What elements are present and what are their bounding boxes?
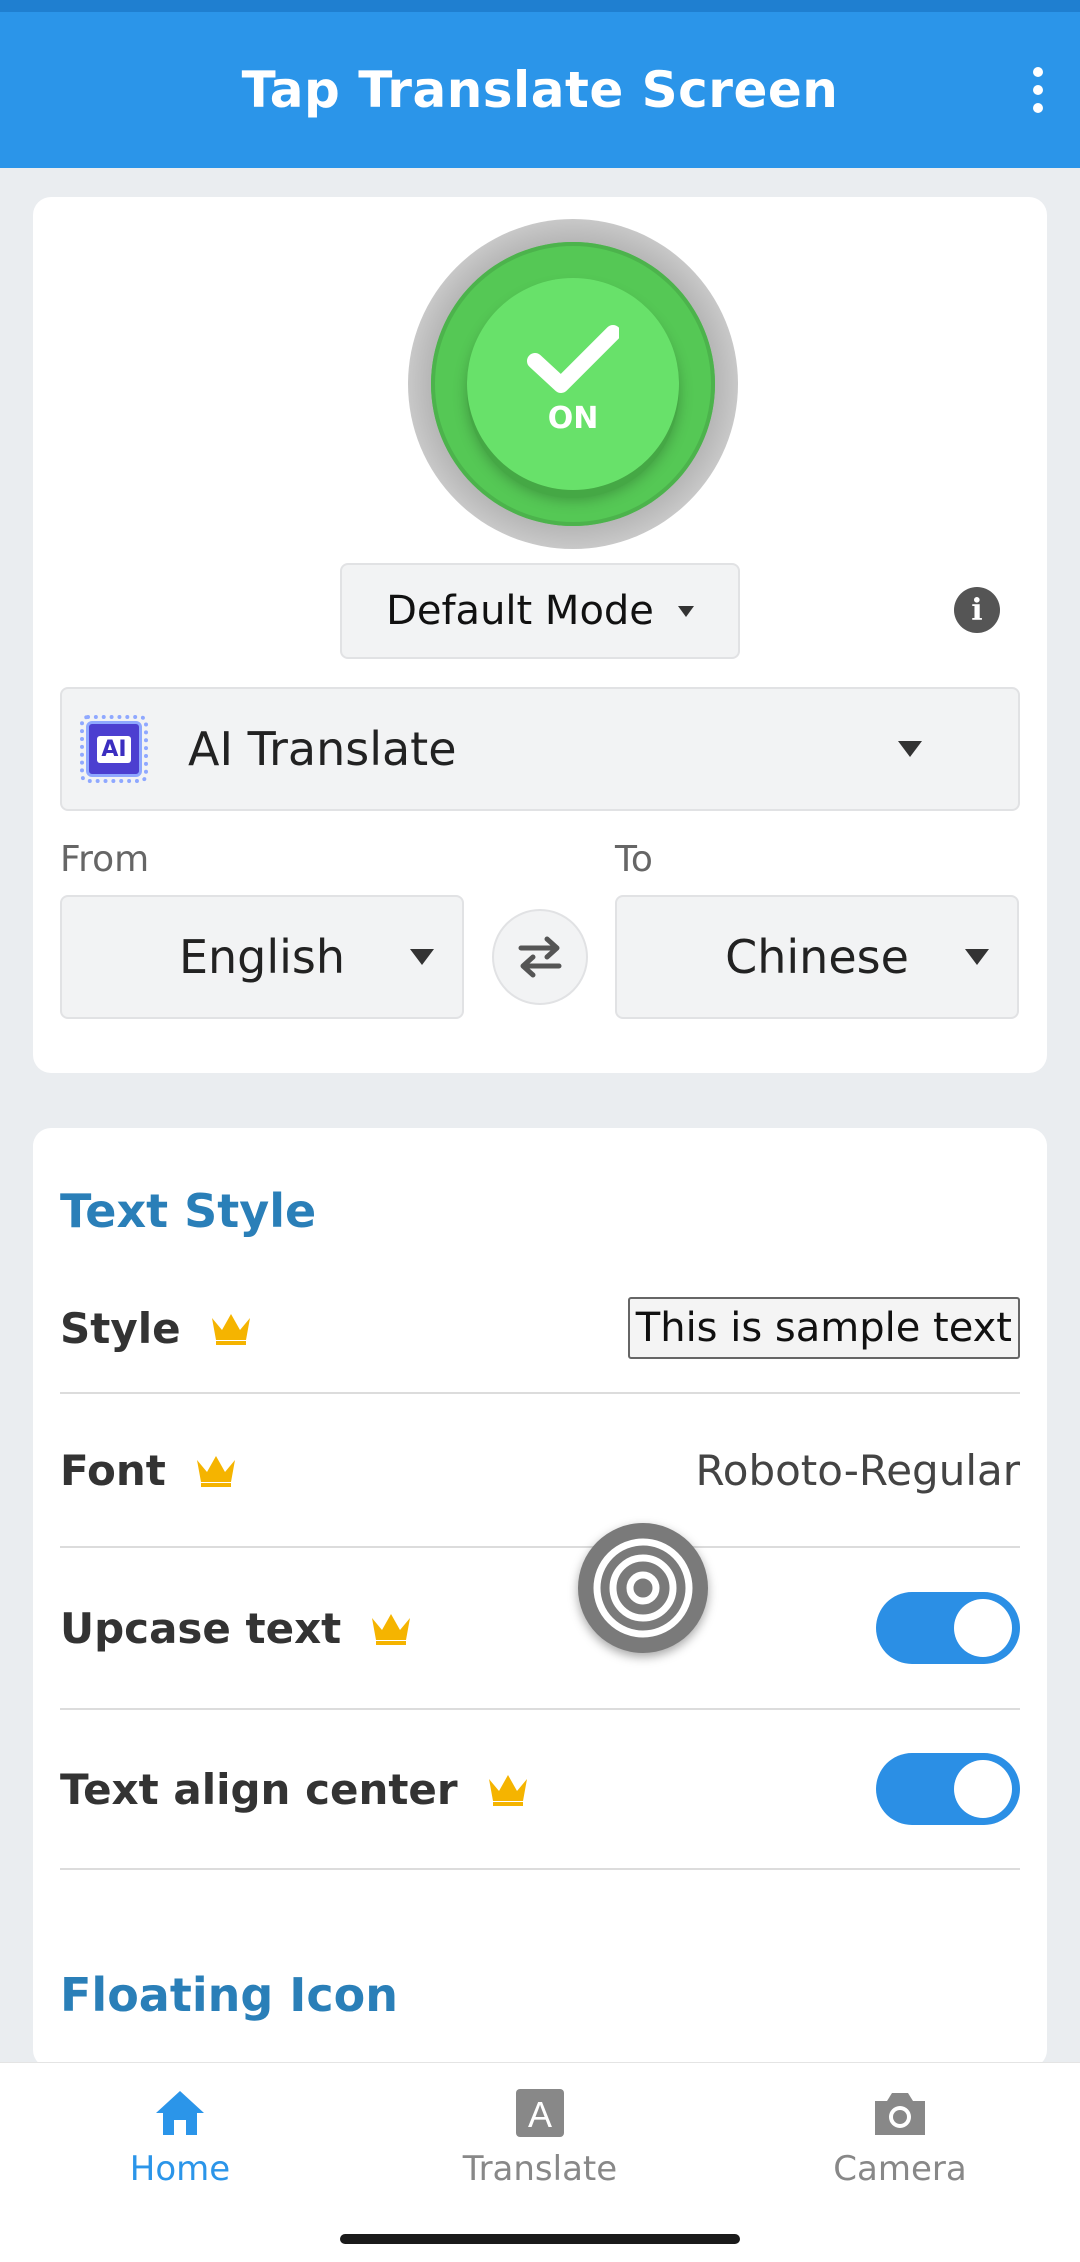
ai-chip-icon: AI (80, 715, 148, 783)
to-language-label: Chinese (725, 930, 909, 984)
nav-home-label: Home (129, 2149, 231, 2189)
font-value: Roboto-Regular (695, 1445, 1020, 1495)
floating-icon-title: Floating Icon (60, 1968, 399, 2022)
bottom-navigation: Home A Translate Camera (0, 2062, 1080, 2262)
font-row[interactable]: Font Roboto-Regular (60, 1394, 1020, 1548)
font-label: Font (60, 1445, 166, 1495)
crown-icon (196, 1456, 235, 1487)
crown-icon (372, 1614, 411, 1645)
nav-camera[interactable]: Camera (750, 2087, 1050, 2189)
app-bar: Tap Translate Screen (0, 12, 1080, 168)
info-icon[interactable]: i (954, 587, 1000, 633)
engine-selected-label: AI Translate (188, 722, 457, 776)
text-style-card: Text Style Style This is sample text Fon… (33, 1128, 1047, 2068)
ai-chip-text: AI (97, 735, 131, 763)
nav-camera-label: Camera (833, 2149, 967, 2189)
chevron-down-icon (410, 949, 434, 965)
text-style-title: Text Style (60, 1184, 317, 1238)
more-vert-icon[interactable] (1016, 55, 1060, 125)
target-icon (593, 1538, 693, 1638)
camera-icon (875, 2093, 925, 2135)
svg-text:A: A (528, 2094, 552, 2135)
upcase-label: Upcase text (60, 1603, 342, 1653)
align-center-row: Text align center (60, 1710, 1020, 1870)
align-center-toggle[interactable] (876, 1753, 1020, 1825)
mode-dropdown[interactable]: Default Mode (340, 563, 740, 659)
swap-icon (518, 936, 562, 978)
chevron-down-icon (898, 741, 922, 757)
home-icon (156, 2091, 204, 2135)
nav-translate[interactable]: A Translate (390, 2087, 690, 2189)
check-icon (527, 324, 619, 393)
translate-control-card: ON Default Mode i AI AI Translate From T… (33, 197, 1047, 1073)
nav-home[interactable]: Home (30, 2087, 330, 2189)
power-ring: ON (431, 242, 715, 526)
status-bar (0, 0, 1080, 12)
chevron-down-icon (965, 949, 989, 965)
from-language-label: English (178, 930, 346, 984)
crown-icon (488, 1775, 527, 1806)
power-state-label: ON (547, 400, 599, 436)
from-language-dropdown[interactable]: English (60, 895, 464, 1019)
upcase-toggle[interactable] (876, 1592, 1020, 1664)
translate-engine-dropdown[interactable]: AI AI Translate (60, 687, 1020, 811)
floating-target-button[interactable] (578, 1523, 708, 1653)
style-row: Style This is sample text (60, 1264, 1020, 1394)
align-center-label: Text align center (60, 1764, 458, 1814)
to-caption: To (615, 839, 653, 880)
style-sample-preview[interactable]: This is sample text (627, 1297, 1020, 1359)
style-label: Style (60, 1303, 181, 1353)
system-home-indicator[interactable] (340, 2234, 740, 2244)
power-inner: ON (467, 278, 679, 490)
upcase-row: Upcase text (60, 1548, 1020, 1710)
swap-languages-button[interactable] (492, 909, 588, 1005)
app-title: Tap Translate Screen (241, 61, 839, 119)
to-language-dropdown[interactable]: Chinese (615, 895, 1019, 1019)
crown-icon (211, 1314, 250, 1345)
translate-icon: A (516, 2089, 564, 2137)
nav-translate-label: Translate (462, 2149, 618, 2189)
from-caption: From (60, 839, 150, 880)
power-toggle-button[interactable]: ON (408, 219, 738, 549)
chevron-down-icon (677, 605, 694, 617)
mode-selected-label: Default Mode (386, 588, 654, 634)
